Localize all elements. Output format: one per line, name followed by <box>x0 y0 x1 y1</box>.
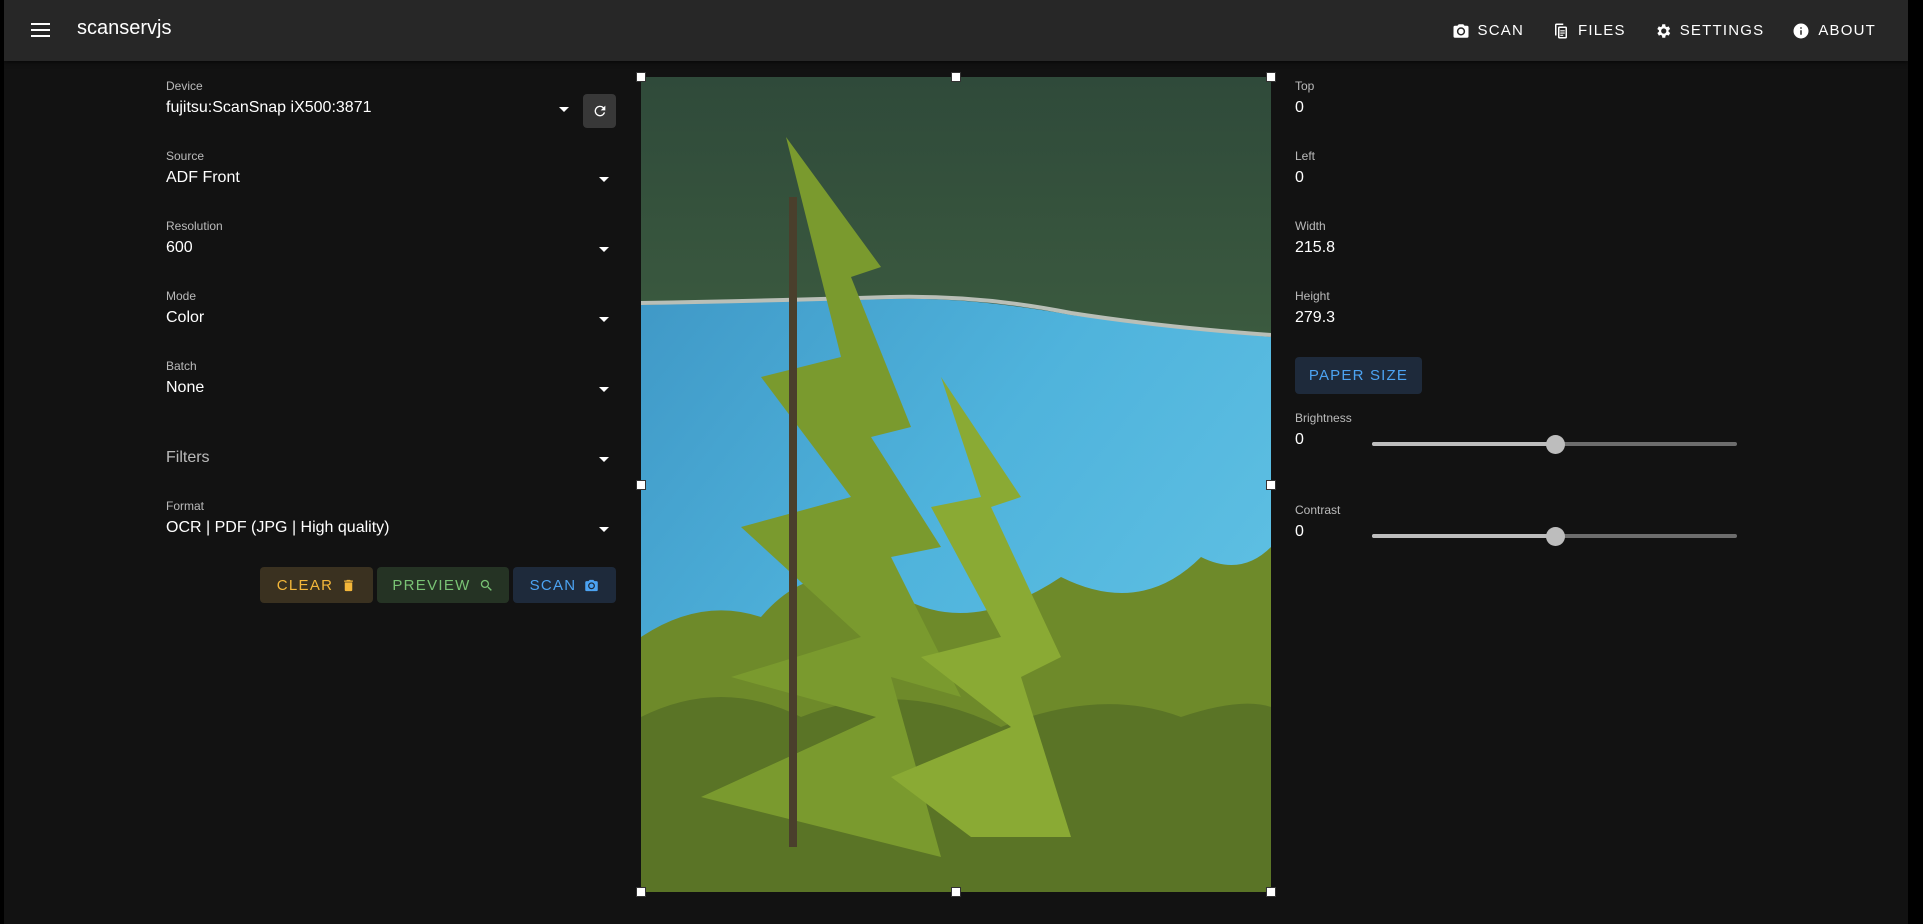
contrast-value: 0 <box>1295 523 1304 540</box>
resolution-select[interactable]: Resolution 600 <box>166 219 616 257</box>
preview-label: PREVIEW <box>392 576 471 594</box>
nav-files-label: FILES <box>1578 22 1626 39</box>
refresh-devices-button[interactable] <box>583 94 616 128</box>
chevron-down-icon <box>599 247 609 252</box>
chevron-down-icon <box>559 107 569 112</box>
format-select[interactable]: Format OCR | PDF (JPG | High quality) <box>166 499 616 537</box>
crop-handle-bottom-left[interactable] <box>636 887 646 897</box>
refresh-icon <box>594 105 605 117</box>
top-field[interactable]: Top 0 <box>1295 79 1314 117</box>
menu-icon[interactable] <box>26 16 54 44</box>
height-label: Height <box>1295 289 1330 303</box>
nav-settings-button[interactable]: SETTINGS <box>1644 13 1775 49</box>
left-field[interactable]: Left 0 <box>1295 149 1315 187</box>
contrast-slider[interactable] <box>1372 526 1737 546</box>
camera-icon <box>585 579 599 591</box>
app-bar: scanservjs SCAN FILES SETTINGS ABOUT <box>4 0 1908 61</box>
format-label: Format <box>166 499 205 513</box>
batch-label: Batch <box>166 359 197 373</box>
nav-files-button[interactable]: FILES <box>1542 13 1636 49</box>
format-value: OCR | PDF (JPG | High quality) <box>166 519 390 536</box>
top-value: 0 <box>1295 99 1304 116</box>
contrast-slider-fill <box>1372 534 1555 538</box>
mode-select[interactable]: Mode Color <box>166 289 616 327</box>
nav-scan-label: SCAN <box>1477 22 1525 39</box>
resolution-value: 600 <box>166 239 193 256</box>
nav-about-label: ABOUT <box>1818 22 1876 39</box>
width-field[interactable]: Width 215.8 <box>1295 219 1335 257</box>
paper-size-button[interactable]: PAPER SIZE <box>1295 357 1422 394</box>
chevron-down-icon <box>599 387 609 392</box>
left-label: Left <box>1295 149 1316 163</box>
mode-value: Color <box>166 309 205 326</box>
crop-handle-bottom[interactable] <box>951 887 961 897</box>
brightness-field[interactable]: Brightness 0 <box>1295 411 1352 449</box>
scan-label: SCAN <box>529 576 577 594</box>
resolution-label: Resolution <box>166 219 223 233</box>
nav-scan-button[interactable]: SCAN <box>1442 13 1534 49</box>
source-value: ADF Front <box>166 169 240 186</box>
brightness-value: 0 <box>1295 431 1304 448</box>
scan-preview-image[interactable] <box>641 77 1271 892</box>
chevron-down-icon <box>599 177 609 182</box>
brightness-slider-thumb[interactable] <box>1545 435 1565 454</box>
batch-value: None <box>166 379 205 396</box>
crop-handle-top-right[interactable] <box>1266 72 1276 82</box>
top-nav: SCAN FILES SETTINGS ABOUT <box>1442 0 1886 61</box>
contrast-field[interactable]: Contrast 0 <box>1295 503 1340 541</box>
contrast-slider-thumb[interactable] <box>1545 527 1565 546</box>
filters-label: Filters <box>166 449 210 466</box>
brightness-label: Brightness <box>1295 411 1352 425</box>
nav-settings-label: SETTINGS <box>1679 22 1765 39</box>
top-label: Top <box>1295 79 1315 93</box>
preview-button[interactable]: PREVIEW <box>377 567 509 603</box>
app-title: scanservjs <box>77 17 172 39</box>
left-value: 0 <box>1295 169 1304 186</box>
gear-icon <box>1657 23 1670 38</box>
crop-handle-top-left[interactable] <box>636 72 646 82</box>
clear-button[interactable]: CLEAR <box>260 567 373 603</box>
mode-label: Mode <box>166 289 197 303</box>
camera-icon <box>1453 23 1469 38</box>
crop-handle-right[interactable] <box>1266 480 1276 490</box>
source-label: Source <box>166 149 205 163</box>
brightness-slider-fill <box>1372 442 1555 446</box>
info-icon <box>1793 23 1809 38</box>
width-value: 215.8 <box>1295 239 1336 256</box>
device-label: Device <box>166 79 203 93</box>
device-value: fujitsu:ScanSnap iX500:3871 <box>166 99 372 116</box>
height-value: 279.3 <box>1295 309 1336 326</box>
clear-label: CLEAR <box>276 576 334 594</box>
crop-handle-top[interactable] <box>951 72 961 82</box>
device-select[interactable]: Device fujitsu:ScanSnap iX500:3871 <box>166 79 576 117</box>
batch-select[interactable]: Batch None <box>166 359 616 397</box>
source-select[interactable]: Source ADF Front <box>166 149 616 187</box>
chevron-down-icon <box>599 527 609 532</box>
contrast-label: Contrast <box>1295 503 1341 517</box>
brightness-slider[interactable] <box>1372 434 1737 454</box>
preview-landscape <box>641 77 1271 892</box>
trash-icon <box>344 579 354 591</box>
height-field[interactable]: Height 279.3 <box>1295 289 1335 327</box>
scan-button[interactable]: SCAN <box>513 567 616 603</box>
chevron-down-icon <box>599 457 609 462</box>
crop-handle-bottom-right[interactable] <box>1266 887 1276 897</box>
magnify-icon <box>480 579 492 591</box>
crop-handle-left[interactable] <box>636 480 646 490</box>
files-icon <box>1555 23 1568 38</box>
nav-about-button[interactable]: ABOUT <box>1782 13 1886 49</box>
filters-select[interactable]: Filters <box>166 449 616 469</box>
width-label: Width <box>1295 219 1326 233</box>
chevron-down-icon <box>599 317 609 322</box>
